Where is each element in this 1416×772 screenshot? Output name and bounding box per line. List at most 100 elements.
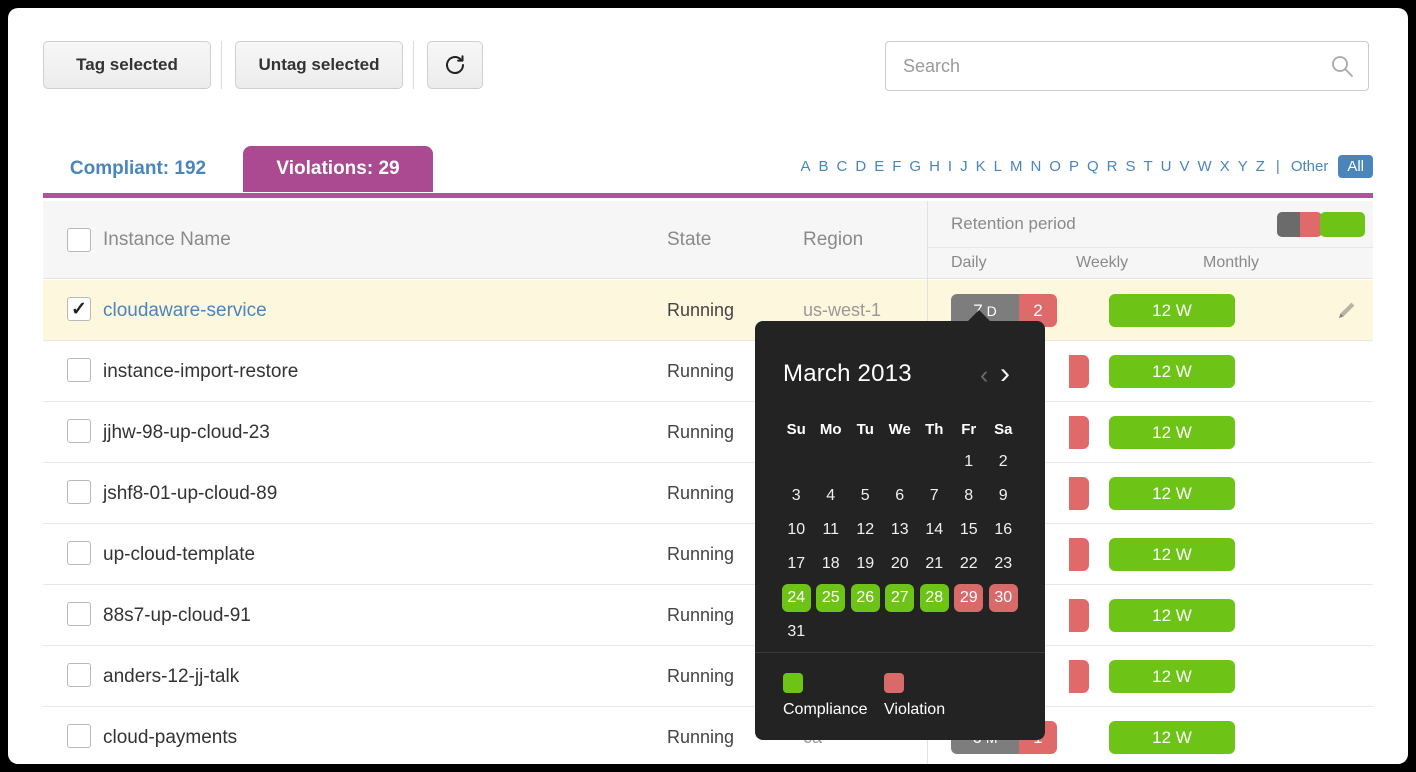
tag-selected-button[interactable]: Tag selected	[43, 41, 211, 89]
alpha-filter-all[interactable]: All	[1338, 155, 1373, 178]
search-icon[interactable]	[1330, 54, 1354, 78]
table-row[interactable]: up-cloud-template Running 12 W	[43, 524, 1373, 585]
weekly-retention-badge[interactable]: 12 W	[1109, 599, 1235, 632]
calendar-day[interactable]: 31	[779, 618, 814, 646]
alpha-filter-n[interactable]: N	[1026, 156, 1045, 177]
row-checkbox[interactable]: ✓	[67, 297, 91, 321]
alpha-filter-c[interactable]: C	[833, 156, 852, 177]
instance-name[interactable]: jshf8-01-up-cloud-89	[103, 463, 277, 524]
alpha-filter-other[interactable]: Other	[1287, 156, 1333, 177]
calendar-day[interactable]: 15	[952, 516, 987, 544]
instance-name[interactable]: anders-12-jj-talk	[103, 646, 239, 707]
instance-name[interactable]: 88s7-up-cloud-91	[103, 585, 251, 646]
table-row[interactable]: jjhw-98-up-cloud-23 Running 12 W	[43, 402, 1373, 463]
alpha-filter-f[interactable]: F	[888, 156, 905, 177]
daily-violation-count[interactable]	[1069, 355, 1089, 388]
calendar-day[interactable]: 5	[848, 482, 883, 510]
weekly-retention-badge[interactable]: 12 W	[1109, 355, 1235, 388]
calendar-day[interactable]: 17	[779, 550, 814, 578]
calendar-day[interactable]: 29	[952, 584, 987, 612]
row-checkbox[interactable]	[67, 480, 91, 504]
legend-chip-violation[interactable]	[1277, 212, 1322, 237]
calendar-day[interactable]: 24	[779, 584, 814, 612]
alpha-filter-q[interactable]: Q	[1083, 156, 1103, 177]
calendar-day[interactable]: 8	[952, 482, 987, 510]
alpha-filter-a[interactable]: A	[796, 156, 814, 177]
instance-name[interactable]: cloud-payments	[103, 707, 237, 764]
daily-violation-count[interactable]	[1069, 538, 1089, 571]
calendar-day[interactable]: 20	[883, 550, 918, 578]
table-row[interactable]: instance-import-restore Running 12 W	[43, 341, 1373, 402]
table-row[interactable]: ✓ cloudaware-service Running us-west-1 7 D 2 12…	[43, 280, 1373, 341]
alpha-filter-z[interactable]: Z	[1252, 156, 1269, 177]
alpha-filter-e[interactable]: E	[870, 156, 888, 177]
alpha-filter-m[interactable]: M	[1006, 156, 1027, 177]
alpha-filter-v[interactable]: V	[1176, 156, 1194, 177]
daily-violation-count[interactable]	[1069, 599, 1089, 632]
tab-violations[interactable]: Violations: 29	[243, 146, 433, 192]
alpha-filter-r[interactable]: R	[1103, 156, 1122, 177]
calendar-day[interactable]: 10	[779, 516, 814, 544]
edit-pencil-icon[interactable]	[1335, 298, 1359, 322]
weekly-retention-badge[interactable]: 12 W	[1109, 477, 1235, 510]
calendar-day[interactable]: 4	[814, 482, 849, 510]
tab-compliant[interactable]: Compliant: 192	[43, 146, 233, 192]
calendar-day[interactable]: 19	[848, 550, 883, 578]
alpha-filter-l[interactable]: L	[990, 156, 1006, 177]
table-row[interactable]: jshf8-01-up-cloud-89 Running 12 W	[43, 463, 1373, 524]
search-box[interactable]	[885, 41, 1369, 91]
daily-violation-count[interactable]	[1069, 477, 1089, 510]
alpha-filter-d[interactable]: D	[851, 156, 870, 177]
calendar-day[interactable]: 23	[986, 550, 1021, 578]
calendar-day[interactable]: 25	[814, 584, 849, 612]
weekly-retention-badge[interactable]: 12 W	[1109, 416, 1235, 449]
table-row[interactable]: cloud-paymentsRunningca6M112 W	[43, 707, 1373, 764]
alpha-filter-u[interactable]: U	[1157, 156, 1176, 177]
alpha-filter-k[interactable]: K	[972, 156, 990, 177]
calendar-day[interactable]: 30	[986, 584, 1021, 612]
daily-violation-count[interactable]	[1069, 416, 1089, 449]
alpha-filter-w[interactable]: W	[1194, 156, 1216, 177]
search-input[interactable]	[886, 42, 1316, 90]
select-all-checkbox[interactable]	[67, 228, 91, 252]
daily-violation-count[interactable]	[1069, 660, 1089, 693]
weekly-retention-badge[interactable]: 12 W	[1109, 660, 1235, 693]
calendar-day[interactable]: 21	[917, 550, 952, 578]
calendar-day[interactable]: 27	[883, 584, 918, 612]
row-checkbox[interactable]	[67, 602, 91, 626]
instance-name[interactable]: up-cloud-template	[103, 524, 255, 585]
alpha-filter-o[interactable]: O	[1045, 156, 1065, 177]
untag-selected-button[interactable]: Untag selected	[235, 41, 403, 89]
calendar-day[interactable]: 1	[952, 448, 987, 476]
table-row[interactable]: 88s7-up-cloud-91 Running 12 W	[43, 585, 1373, 646]
calendar-day[interactable]: 18	[814, 550, 849, 578]
alpha-filter-j[interactable]: J	[956, 156, 972, 177]
alpha-filter-g[interactable]: G	[905, 156, 925, 177]
row-checkbox[interactable]	[67, 419, 91, 443]
chevron-left-icon[interactable]: ‹	[980, 361, 988, 390]
calendar-day[interactable]: 3	[779, 482, 814, 510]
alpha-filter-t[interactable]: T	[1140, 156, 1157, 177]
calendar-day[interactable]: 16	[986, 516, 1021, 544]
calendar-day[interactable]: 14	[917, 516, 952, 544]
calendar-day[interactable]: 12	[848, 516, 883, 544]
weekly-retention-badge[interactable]: 12 W	[1109, 294, 1235, 327]
alpha-filter-x[interactable]: X	[1216, 156, 1234, 177]
row-checkbox[interactable]	[67, 541, 91, 565]
row-checkbox[interactable]	[67, 663, 91, 687]
calendar-day[interactable]: 11	[814, 516, 849, 544]
calendar-day[interactable]: 2	[986, 448, 1021, 476]
calendar-day[interactable]: 26	[848, 584, 883, 612]
alpha-filter-p[interactable]: P	[1065, 156, 1083, 177]
instance-name[interactable]: jjhw-98-up-cloud-23	[103, 402, 270, 463]
alpha-filter-i[interactable]: I	[944, 156, 956, 177]
chevron-right-icon[interactable]: ›	[1000, 357, 1010, 391]
table-row[interactable]: anders-12-jj-talk Running 12 W	[43, 646, 1373, 707]
calendar-day[interactable]: 6	[883, 482, 918, 510]
refresh-button[interactable]	[427, 41, 483, 89]
calendar-day[interactable]: 22	[952, 550, 987, 578]
legend-chip-compliant[interactable]	[1320, 212, 1365, 237]
calendar-day[interactable]: 28	[917, 584, 952, 612]
alpha-filter-h[interactable]: H	[925, 156, 944, 177]
weekly-retention-badge[interactable]: 12 W	[1109, 721, 1235, 754]
